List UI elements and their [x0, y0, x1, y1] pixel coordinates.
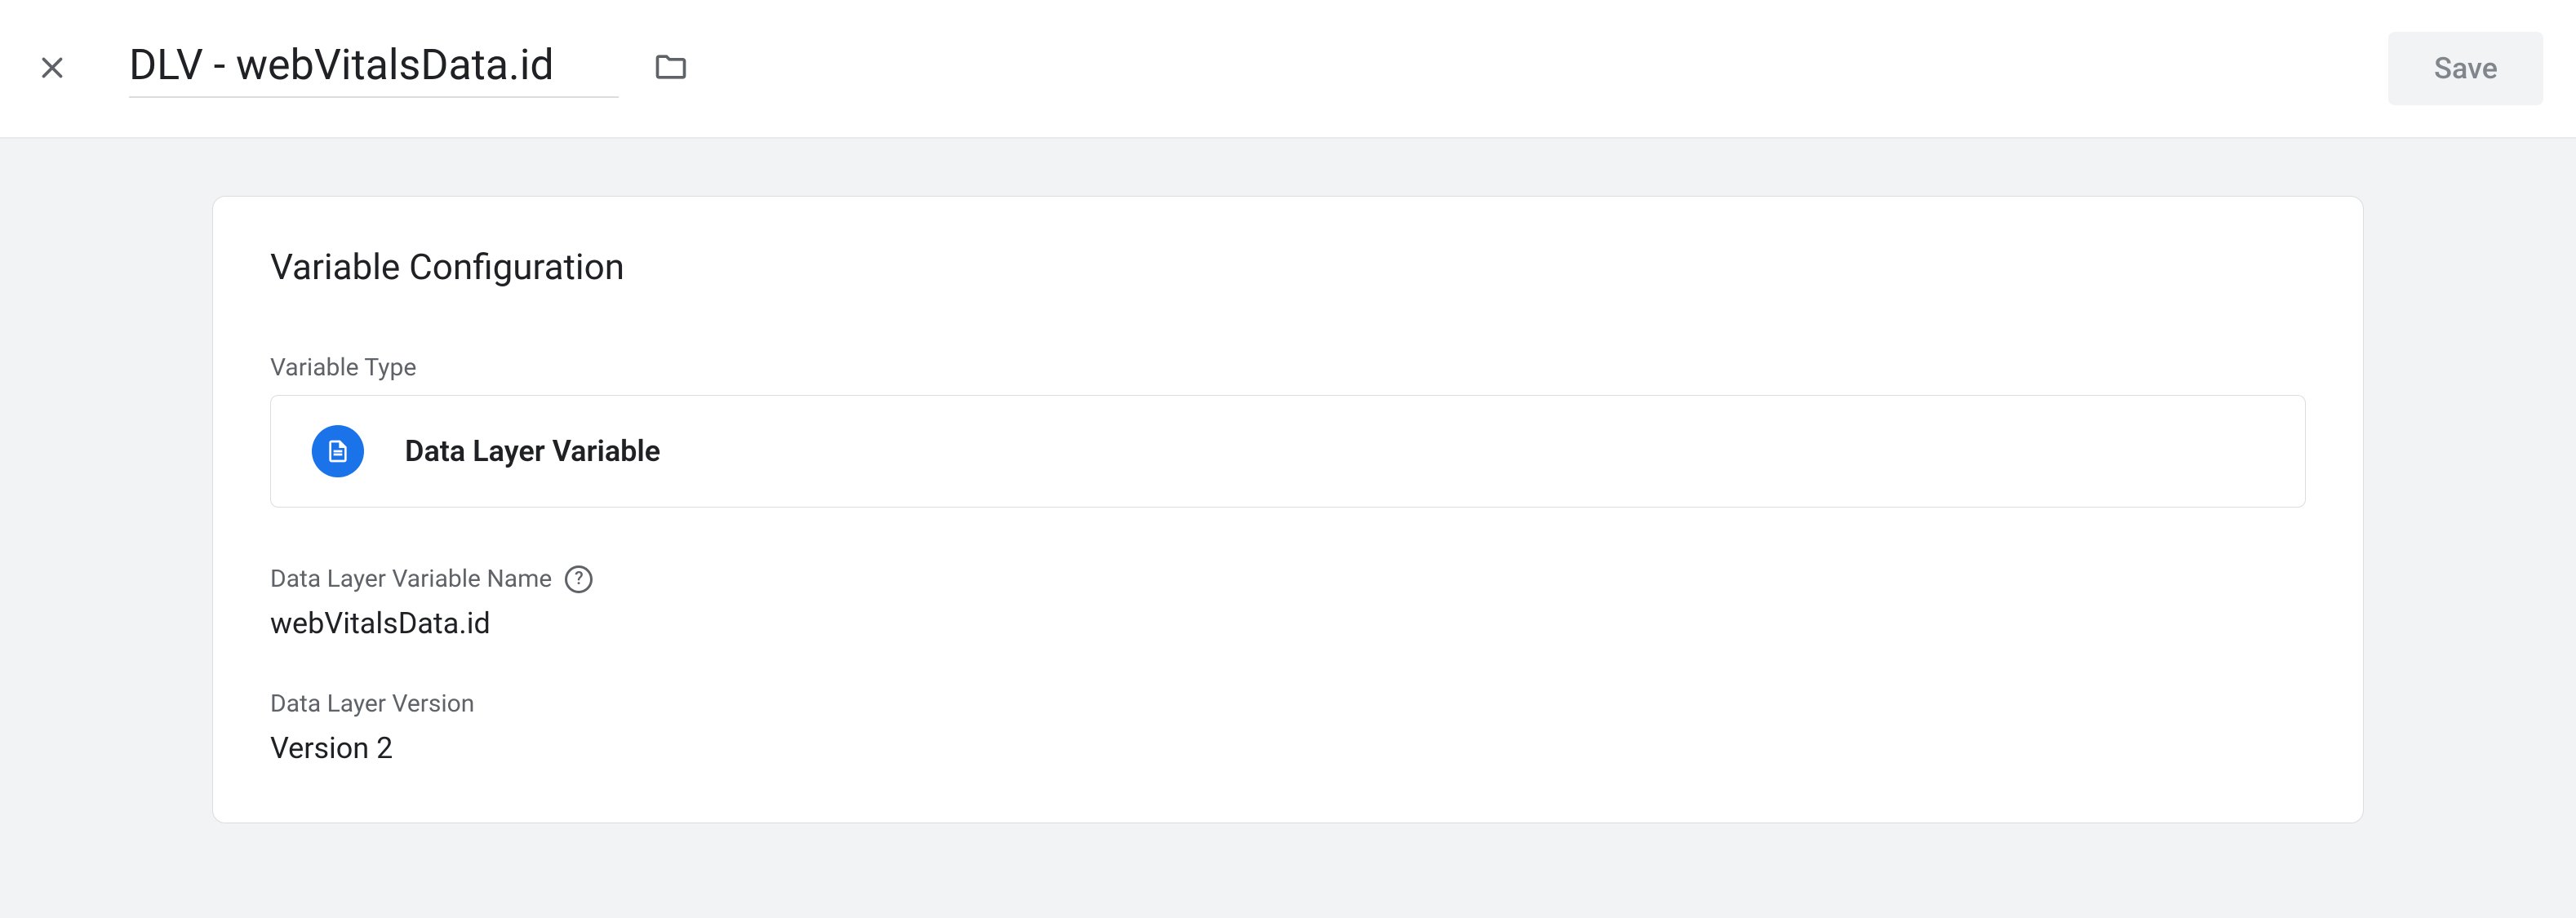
- variable-config-card: Variable Configuration Variable Type Dat…: [212, 196, 2364, 823]
- editor-header: DLV - webVitalsData.id Save: [0, 0, 2576, 139]
- card-title: Variable Configuration: [270, 246, 2306, 288]
- editor-body: Variable Configuration Variable Type Dat…: [0, 139, 2576, 918]
- close-icon: [38, 53, 67, 85]
- help-icon[interactable]: ?: [565, 565, 593, 593]
- variable-type-label: Variable Type: [270, 353, 2306, 382]
- save-button[interactable]: Save: [2388, 32, 2543, 105]
- dlv-version-value: Version 2: [270, 731, 2306, 765]
- folder-button[interactable]: [651, 49, 691, 88]
- variable-name-input[interactable]: DLV - webVitalsData.id: [129, 40, 619, 98]
- variable-type-selector[interactable]: Data Layer Variable: [270, 395, 2306, 508]
- dlv-version-label: Data Layer Version: [270, 690, 2306, 718]
- data-layer-variable-icon: [312, 425, 364, 477]
- folder-icon: [653, 49, 689, 88]
- title-wrap: DLV - webVitalsData.id: [129, 40, 691, 98]
- dlv-name-value: webVitalsData.id: [270, 606, 2306, 641]
- dlv-name-label: Data Layer Variable Name ?: [270, 565, 2306, 593]
- variable-type-value: Data Layer Variable: [405, 434, 660, 468]
- close-button[interactable]: [33, 49, 72, 88]
